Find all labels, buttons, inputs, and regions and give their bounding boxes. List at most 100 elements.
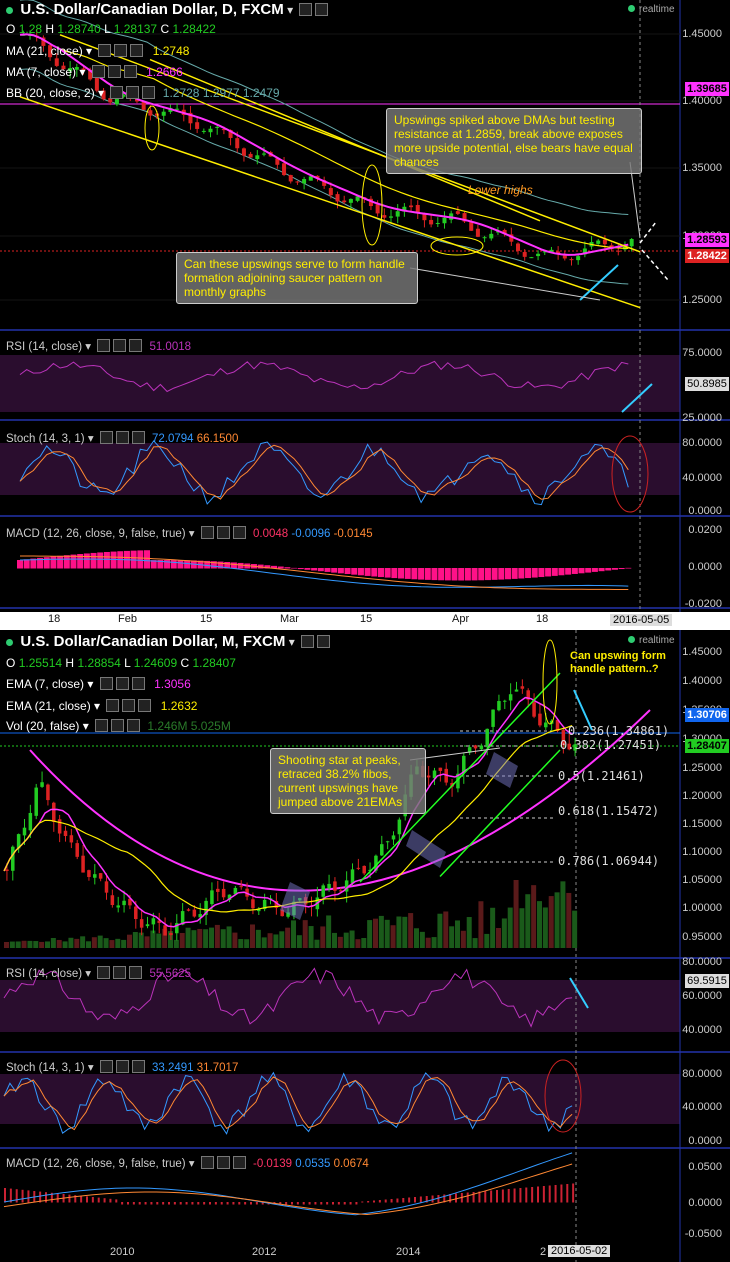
candle-body <box>497 701 501 711</box>
layout-icon[interactable] <box>315 3 329 16</box>
candle-body <box>235 138 240 149</box>
monthly-macd-legend[interactable]: MACD (12, 26, close, 9, false, true) ▾ -… <box>6 1156 369 1170</box>
macd-histogram-bar <box>558 568 565 576</box>
macd-histogram-bar <box>518 568 525 579</box>
candle-body <box>57 819 62 834</box>
volume-bar <box>156 933 162 948</box>
daily-x-tick: 15 <box>200 613 213 625</box>
volume-bar <box>326 915 332 948</box>
daily-title: U.S. Dollar/Canadian Dollar, D, FXCM <box>20 1 284 18</box>
candle-body <box>87 870 91 878</box>
candle-body <box>455 211 460 214</box>
daily-rsi-legend[interactable]: RSI (14, close) ▾ 51.0018 <box>6 339 191 353</box>
macd-histogram-bar <box>209 1202 211 1205</box>
layout-icon[interactable] <box>317 635 331 648</box>
fib-level-label: 0.236(1.34861) <box>568 724 670 738</box>
daily-macd-legend[interactable]: MACD (12, 26, close, 9, false, true) ▾ 0… <box>6 526 373 540</box>
monthly-realtime: realtime <box>628 635 675 646</box>
macd-histogram-bar <box>466 1192 469 1203</box>
candle-body <box>116 905 120 908</box>
daily-ma21-legend[interactable]: MA (21, close) ▾ 1.2748 <box>6 43 189 59</box>
volume-bar <box>466 917 472 948</box>
macd-histogram-bar <box>337 1202 340 1205</box>
volume-bar <box>449 926 455 948</box>
daily-macd-tick: 0.0000 <box>688 561 722 573</box>
candle-body <box>221 888 226 898</box>
macd-label: MACD (12, 26, close, 9, false, true) <box>6 528 186 540</box>
dropdown-icon[interactable]: ▾ <box>287 3 293 17</box>
macd-histogram-bar <box>27 1190 30 1203</box>
daily-upswing-note: Upswings spiked above DMAs but testing r… <box>386 108 642 174</box>
volume-bar <box>484 933 490 948</box>
settings-icon[interactable] <box>301 635 315 648</box>
volume-bar <box>33 941 39 948</box>
macd-histogram-bar <box>220 1202 223 1205</box>
daily-stoch-band <box>0 443 680 495</box>
volume-bar <box>39 941 45 948</box>
h-value: 1.28854 <box>77 656 121 670</box>
candle-body <box>562 255 567 259</box>
macd-histogram-bar <box>50 556 57 569</box>
volume-bar <box>9 941 15 948</box>
candle-body <box>93 874 97 878</box>
macd-histogram-bar <box>314 1202 317 1205</box>
monthly-ema7-legend[interactable]: EMA (7, close) ▾ 1.3056 <box>6 676 191 692</box>
l-value: 1.28137 <box>113 22 158 36</box>
monthly-ohlc: O 1.25514 H 1.28854 L 1.24609 C 1.28407 <box>6 655 236 671</box>
monthly-rsi-legend[interactable]: RSI (14, close) ▾ 55.5625 <box>6 966 191 980</box>
monthly-stoch-legend[interactable]: Stoch (14, 3, 1) ▾ 33.2491 31.7017 <box>6 1060 238 1074</box>
daily-stoch-legend[interactable]: Stoch (14, 3, 1) ▾ 72.0794 66.1500 <box>6 431 238 445</box>
candle-body <box>508 694 513 701</box>
volume-bar <box>279 931 285 948</box>
stoch-d: 66.1500 <box>196 433 239 445</box>
macd-histogram-bar <box>15 1189 18 1203</box>
volume-bar <box>531 885 537 948</box>
volume-bar <box>355 939 361 948</box>
stoch-label: Stoch (14, 3, 1) <box>6 433 85 445</box>
candle-body <box>375 204 380 214</box>
candle-body <box>395 211 400 217</box>
candle-body <box>429 219 434 225</box>
macd-histogram-bar <box>184 560 191 569</box>
stoch-k: 72.0794 <box>152 433 194 445</box>
settings-icon[interactable] <box>299 3 313 16</box>
ma21-value: 1.2748 <box>152 44 190 58</box>
volume-bar <box>501 918 507 948</box>
candle-body <box>11 846 15 871</box>
candle-body <box>201 130 206 132</box>
macd-histogram-bar <box>357 568 364 576</box>
vol-label: Vol (20, false) <box>6 719 80 733</box>
candle-body <box>255 155 260 160</box>
monthly-vol-legend[interactable]: Vol (20, false) ▾ 1.246M 5.025M <box>6 718 231 734</box>
daily-ma7-legend[interactable]: MA (7, close) ▾ 1.2666 <box>6 64 183 80</box>
macd-histogram-bar <box>455 1193 457 1203</box>
macd-histogram-bar <box>384 568 391 578</box>
monthly-last-tag: 1.28407 <box>685 739 729 753</box>
daily-chart[interactable]: U.S. Dollar/Canadian Dollar, D, FXCM ▾ r… <box>0 0 730 625</box>
bb-v2: 1.2977 <box>202 86 240 100</box>
macd-histogram-bar <box>390 1199 393 1203</box>
monthly-chart[interactable]: U.S. Dollar/Canadian Dollar, M, FXCM ▾ r… <box>0 630 730 1262</box>
macd-histogram-bar <box>484 568 491 581</box>
monthly-price-tick: 0.95000 <box>682 931 722 943</box>
candle-body <box>516 243 521 251</box>
volume-bar <box>554 892 560 948</box>
volume-bar <box>507 907 513 948</box>
volume-bar <box>179 932 185 948</box>
candle-body <box>81 855 85 873</box>
ma7-value: 1.2666 <box>146 65 183 79</box>
volume-bar <box>15 941 21 948</box>
daily-stoch-tick: 0.0000 <box>688 505 722 517</box>
macd-histogram-bar <box>320 1202 323 1205</box>
rsi-label: RSI (14, close) <box>6 968 83 980</box>
volume-bar <box>191 930 197 948</box>
monthly-price-tick: 1.15000 <box>682 818 722 830</box>
daily-bb-legend[interactable]: BB (20, close, 2) ▾ 1.2728 1.2977 1.2479 <box>6 85 280 101</box>
monthly-ema21-legend[interactable]: EMA (21, close) ▾ 1.2632 <box>6 698 197 714</box>
macd-histogram-bar <box>308 1202 311 1205</box>
candle-body <box>529 257 534 259</box>
candle-body <box>569 259 574 261</box>
volume-bar <box>496 927 501 948</box>
macd-histogram-bar <box>618 568 625 570</box>
dropdown-icon[interactable]: ▾ <box>289 635 295 649</box>
